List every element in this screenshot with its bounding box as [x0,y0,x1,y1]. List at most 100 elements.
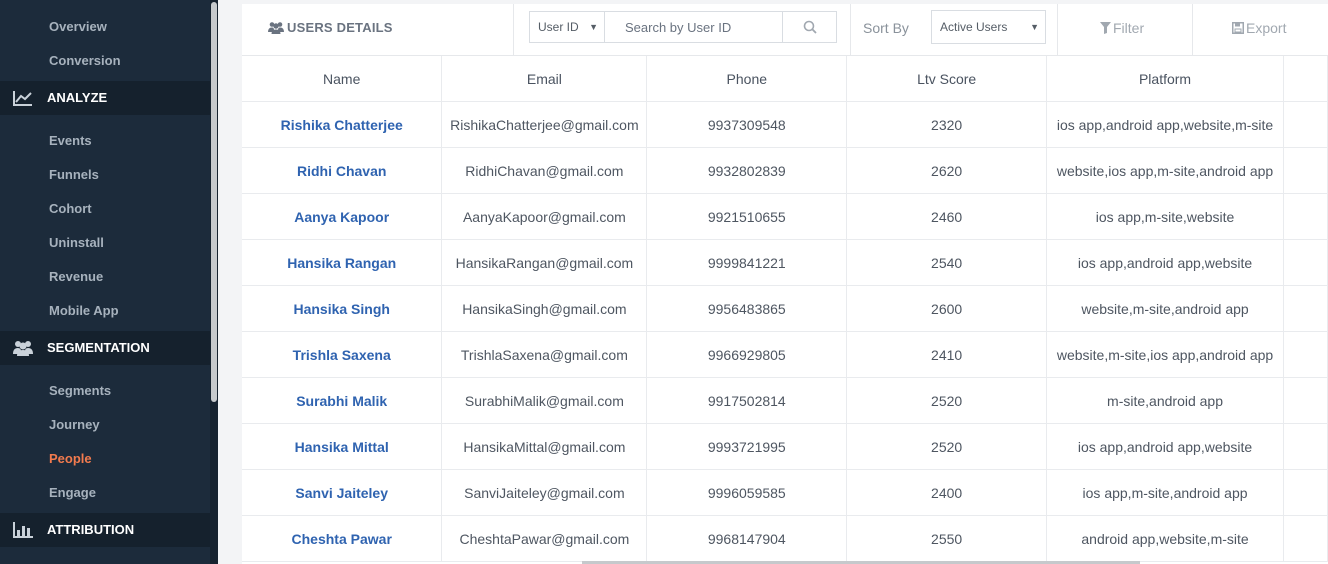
user-ltv-score: 2550 [846,515,1048,562]
sort-by-select-value: Active Users [940,20,1008,34]
sidebar-item-events[interactable]: Events [0,124,210,158]
chevron-down-icon: ▼ [1030,22,1039,32]
table-row: Surabhi Malik SurabhiMalik@gmail.com 991… [242,377,1328,424]
user-name-link[interactable]: Trishla Saxena [242,331,443,378]
user-email: AanyaKapoor@gmail.com [441,193,648,240]
sidebar-item-people[interactable]: People [0,442,210,476]
sidebar-section-label: ATTRIBUTION [47,522,135,537]
user-name-link[interactable]: Rishika Chatterjee [242,101,443,148]
table-cell-overflow [1283,515,1328,562]
user-platform: m-site,android app [1046,377,1285,424]
page-title-text: USERS DETAILS [287,20,393,35]
export-button-label: Export [1246,20,1287,36]
user-platform: ios app,m-site,website [1046,193,1285,240]
sidebar: Overview Conversion ANALYZE Events Funne… [0,0,218,564]
user-email: SanviJaiteley@gmail.com [441,469,648,516]
sidebar-section-attribution[interactable]: ATTRIBUTION [0,513,210,547]
page-title: USERS DETAILS [268,20,393,38]
user-phone: 9999841221 [646,239,848,286]
user-ltv-score: 2520 [846,423,1048,470]
sidebar-item-mobile-app[interactable]: Mobile App [0,294,210,328]
sidebar-item-funnels[interactable]: Funnels [0,158,210,192]
user-ltv-score: 2600 [846,285,1048,332]
user-platform: website,m-site,ios app,android app [1046,331,1285,378]
user-ltv-score: 2410 [846,331,1048,378]
export-button[interactable]: Export [1232,4,1286,55]
user-email: HansikaRangan@gmail.com [441,239,648,286]
user-phone: 9921510655 [646,193,848,240]
user-ltv-score: 2460 [846,193,1048,240]
user-name-link[interactable]: Hansika Rangan [242,239,443,286]
column-header-ltv-score[interactable]: Ltv Score [846,56,1048,102]
users-icon [13,341,33,356]
sort-by-select[interactable]: Active Users ▼ [931,10,1046,44]
user-email: CheshtaPawar@gmail.com [441,515,648,562]
user-ltv-score: 2320 [846,101,1048,148]
sidebar-item-conversion[interactable]: Conversion [0,44,210,78]
column-header-email[interactable]: Email [441,56,648,102]
users-icon [268,22,284,34]
sidebar-section-label: ANALYZE [47,90,108,105]
table-cell-overflow [1283,469,1328,516]
user-name-link[interactable]: Sanvi Jaiteley [242,469,443,516]
sidebar-scrollbar-thumb[interactable] [211,2,217,402]
user-email: HansikaMittal@gmail.com [441,423,648,470]
column-header-name[interactable]: Name [242,56,443,102]
column-header-phone[interactable]: Phone [646,56,848,102]
filter-button[interactable]: Filter [1100,4,1144,55]
column-header-overflow [1283,56,1328,102]
toolbar-divider [1192,4,1193,55]
user-name-link[interactable]: Hansika Mittal [242,423,443,470]
sidebar-item-cohort[interactable]: Cohort [0,192,210,226]
user-email: RidhiChavan@gmail.com [441,147,648,194]
table-row: Hansika Singh HansikaSingh@gmail.com 995… [242,285,1328,332]
sidebar-section-label: SEGMENTATION [47,340,150,355]
sidebar-item-segments[interactable]: Segments [0,374,210,408]
search-field-select-value: User ID [538,20,579,34]
user-email: TrishlaSaxena@gmail.com [441,331,648,378]
user-name-link[interactable]: Hansika Singh [242,285,443,332]
search-button[interactable] [783,11,837,43]
user-platform: ios app,android app,website [1046,423,1285,470]
sidebar-item-uninstall[interactable]: Uninstall [0,226,210,260]
table-row: Hansika Mittal HansikaMittal@gmail.com 9… [242,423,1328,470]
sidebar-item-engage[interactable]: Engage [0,476,210,510]
user-name-link[interactable]: Cheshta Pawar [242,515,443,562]
user-platform: website,m-site,android app [1046,285,1285,332]
user-phone: 9956483865 [646,285,848,332]
user-platform: ios app,m-site,android app [1046,469,1285,516]
table-cell-overflow [1283,331,1328,378]
search-field-select[interactable]: User ID ▼ [529,11,605,43]
table-row: Cheshta Pawar CheshtaPawar@gmail.com 996… [242,515,1328,562]
table-row: Ridhi Chavan RidhiChavan@gmail.com 99328… [242,147,1328,194]
table-row: Trishla Saxena TrishlaSaxena@gmail.com 9… [242,331,1328,378]
filter-icon [1100,22,1111,34]
user-phone: 9932802839 [646,147,848,194]
table-cell-overflow [1283,423,1328,470]
table-cell-overflow [1283,239,1328,286]
user-ltv-score: 2520 [846,377,1048,424]
table-cell-overflow [1283,285,1328,332]
table-row: Hansika Rangan HansikaRangan@gmail.com 9… [242,239,1328,286]
table-row: Rishika Chatterjee RishikaChatterjee@gma… [242,101,1328,148]
column-header-platform[interactable]: Platform [1046,56,1285,102]
sidebar-item-journey[interactable]: Journey [0,408,210,442]
table-cell-overflow [1283,147,1328,194]
search-input[interactable] [605,11,783,43]
user-phone: 9996059585 [646,469,848,516]
user-email: SurabhiMalik@gmail.com [441,377,648,424]
user-platform: android app,website,m-site [1046,515,1285,562]
toolbar: USERS DETAILS User ID ▼ Sort By Active U… [242,4,1328,56]
user-name-link[interactable]: Surabhi Malik [242,377,443,424]
sidebar-item-overview[interactable]: Overview [0,10,210,44]
sidebar-section-analyze[interactable]: ANALYZE [0,81,210,115]
user-name-link[interactable]: Ridhi Chavan [242,147,443,194]
user-ltv-score: 2400 [846,469,1048,516]
sidebar-item-revenue[interactable]: Revenue [0,260,210,294]
user-name-link[interactable]: Aanya Kapoor [242,193,443,240]
filter-button-label: Filter [1113,20,1145,36]
user-phone: 9968147904 [646,515,848,562]
sidebar-section-segmentation[interactable]: SEGMENTATION [0,331,210,365]
user-platform: website,ios app,m-site,android app [1046,147,1285,194]
toolbar-divider [850,4,851,55]
